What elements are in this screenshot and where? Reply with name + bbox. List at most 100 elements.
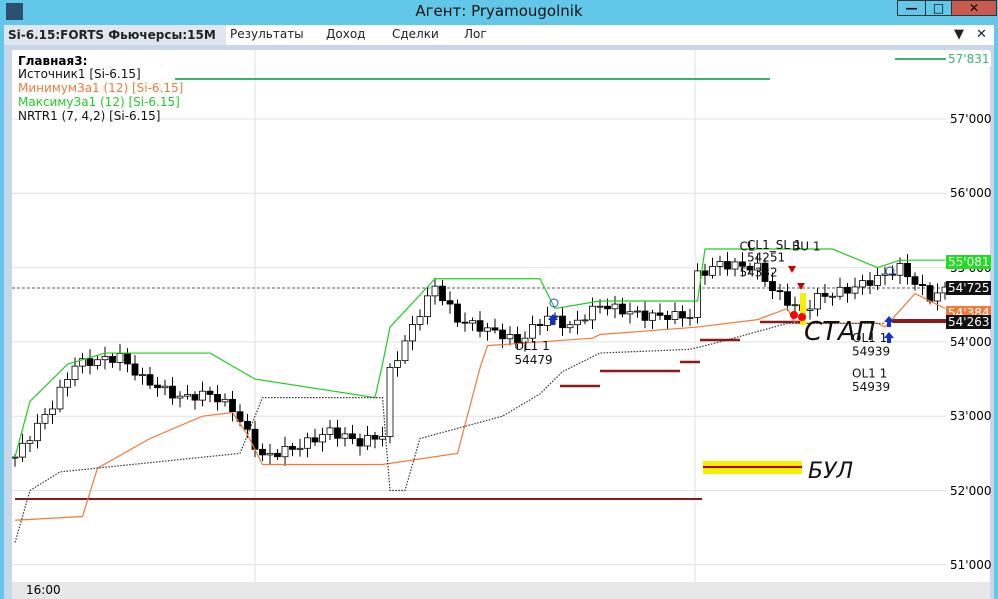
candle bbox=[611, 303, 619, 310]
annotation-label: 54332 bbox=[740, 266, 778, 280]
candle bbox=[431, 285, 439, 297]
window-title: Агент: Pryamougolnik bbox=[415, 2, 583, 20]
candle bbox=[424, 295, 431, 318]
candle bbox=[49, 408, 56, 415]
price-axis[interactable]: 57'00056'00055'00054'00053'00052'00051'0… bbox=[946, 50, 992, 582]
candle bbox=[34, 422, 41, 442]
candle bbox=[536, 324, 544, 326]
candle bbox=[19, 442, 26, 458]
candle bbox=[911, 276, 919, 285]
chart-panel: CL1_SL 1 54251 CL 54332 BU 1 OL1 1 54479 OL1 15… bbox=[4, 45, 994, 599]
candle bbox=[161, 385, 169, 389]
candle bbox=[101, 356, 109, 361]
candle bbox=[656, 312, 664, 316]
candle bbox=[679, 311, 686, 319]
legend-title: Главная3: bbox=[18, 54, 88, 68]
sell-arrow bbox=[797, 283, 805, 290]
candle bbox=[64, 379, 71, 388]
annotation-label: 54479 bbox=[515, 353, 553, 367]
candle bbox=[461, 321, 469, 324]
candle bbox=[694, 270, 701, 318]
candle bbox=[454, 303, 461, 323]
candle bbox=[334, 427, 341, 439]
candle bbox=[634, 310, 641, 313]
maximize-button[interactable]: □ bbox=[925, 0, 952, 16]
candle bbox=[499, 329, 506, 340]
candle bbox=[506, 334, 514, 340]
candle bbox=[131, 363, 139, 376]
candle bbox=[401, 340, 409, 362]
candle bbox=[109, 356, 116, 363]
price-chart[interactable]: CL1_SL 1 54251 CL 54332 BU 1 OL1 1 54479 OL1 15… bbox=[12, 50, 946, 582]
candle bbox=[641, 310, 649, 321]
candle bbox=[596, 305, 604, 308]
candle bbox=[439, 285, 446, 302]
candle bbox=[589, 305, 596, 321]
tab-deals[interactable]: Сделки bbox=[392, 27, 439, 41]
candle bbox=[71, 365, 79, 380]
candle bbox=[604, 305, 611, 310]
candle bbox=[776, 290, 784, 293]
price-marker: 55'081 bbox=[946, 254, 992, 269]
exit-dot bbox=[790, 311, 798, 319]
legend-nrtr: NRTR1 (7, 4,2) [Si-6.15] bbox=[18, 109, 161, 123]
legend-max: МаксимуЗа1 (12) [Si-6.15] bbox=[18, 95, 180, 109]
candle bbox=[806, 308, 814, 311]
candle bbox=[821, 293, 829, 297]
buy-arrow bbox=[884, 316, 894, 327]
time-axis: 16:00 bbox=[12, 582, 990, 599]
close-button[interactable]: ✕ bbox=[951, 0, 997, 16]
minimize-button[interactable]: — bbox=[897, 0, 926, 16]
candle bbox=[784, 291, 791, 306]
close-panel-icon[interactable]: ✕ bbox=[976, 27, 987, 42]
candle bbox=[356, 438, 364, 447]
handwritten-note: СТАП bbox=[804, 317, 875, 347]
candle bbox=[311, 437, 319, 443]
candle bbox=[206, 390, 214, 395]
price-marker: 54'725 bbox=[946, 281, 992, 296]
candle bbox=[221, 398, 229, 403]
candle bbox=[281, 445, 289, 458]
candle bbox=[469, 320, 476, 324]
tab-menu-icon[interactable]: ▼ bbox=[954, 27, 964, 42]
candle bbox=[176, 395, 184, 399]
nrtr-line bbox=[14, 322, 885, 543]
legend-min: МинимумЗа1 (12) [Si-6.15] bbox=[18, 81, 184, 95]
tab-income[interactable]: Доход bbox=[326, 27, 365, 41]
candle bbox=[364, 435, 371, 447]
candle bbox=[484, 327, 491, 332]
candle bbox=[529, 324, 536, 339]
candle bbox=[491, 327, 499, 331]
candle bbox=[296, 447, 304, 450]
candle bbox=[12, 456, 19, 459]
candle bbox=[574, 319, 581, 326]
candle bbox=[844, 286, 851, 294]
tab-results[interactable]: Результаты bbox=[230, 27, 304, 41]
candle bbox=[124, 353, 131, 365]
title-bar: Агент: Pryamougolnik — □ ✕ bbox=[0, 0, 998, 24]
chart-canvas: CL1_SL 154251CL54332BU 1OL1 154479OL1 15… bbox=[12, 50, 946, 582]
candle bbox=[416, 316, 424, 325]
candle bbox=[169, 385, 176, 399]
candle bbox=[446, 300, 454, 305]
candle bbox=[896, 263, 904, 276]
candle bbox=[371, 435, 379, 440]
candle bbox=[139, 374, 146, 377]
candle bbox=[304, 437, 311, 449]
candle bbox=[349, 433, 356, 440]
tab-label: Si-6.15:FORTS Фьючерсы:15M bbox=[8, 28, 216, 42]
sell-arrow bbox=[788, 266, 796, 273]
candle bbox=[409, 324, 416, 342]
candle bbox=[829, 295, 836, 298]
tab-chart[interactable]: Si-6.15:FORTS Фьючерсы:15M ✕ bbox=[4, 25, 226, 56]
candle bbox=[926, 285, 934, 302]
tab-log[interactable]: Лог bbox=[464, 27, 487, 41]
candle bbox=[26, 440, 34, 444]
candle bbox=[934, 292, 941, 302]
candle bbox=[859, 280, 866, 288]
annotation-label: BU 1 bbox=[792, 240, 820, 254]
price-marker: 57'831 bbox=[946, 52, 992, 66]
candle bbox=[116, 353, 124, 363]
candle bbox=[664, 314, 671, 320]
candle bbox=[56, 386, 64, 410]
